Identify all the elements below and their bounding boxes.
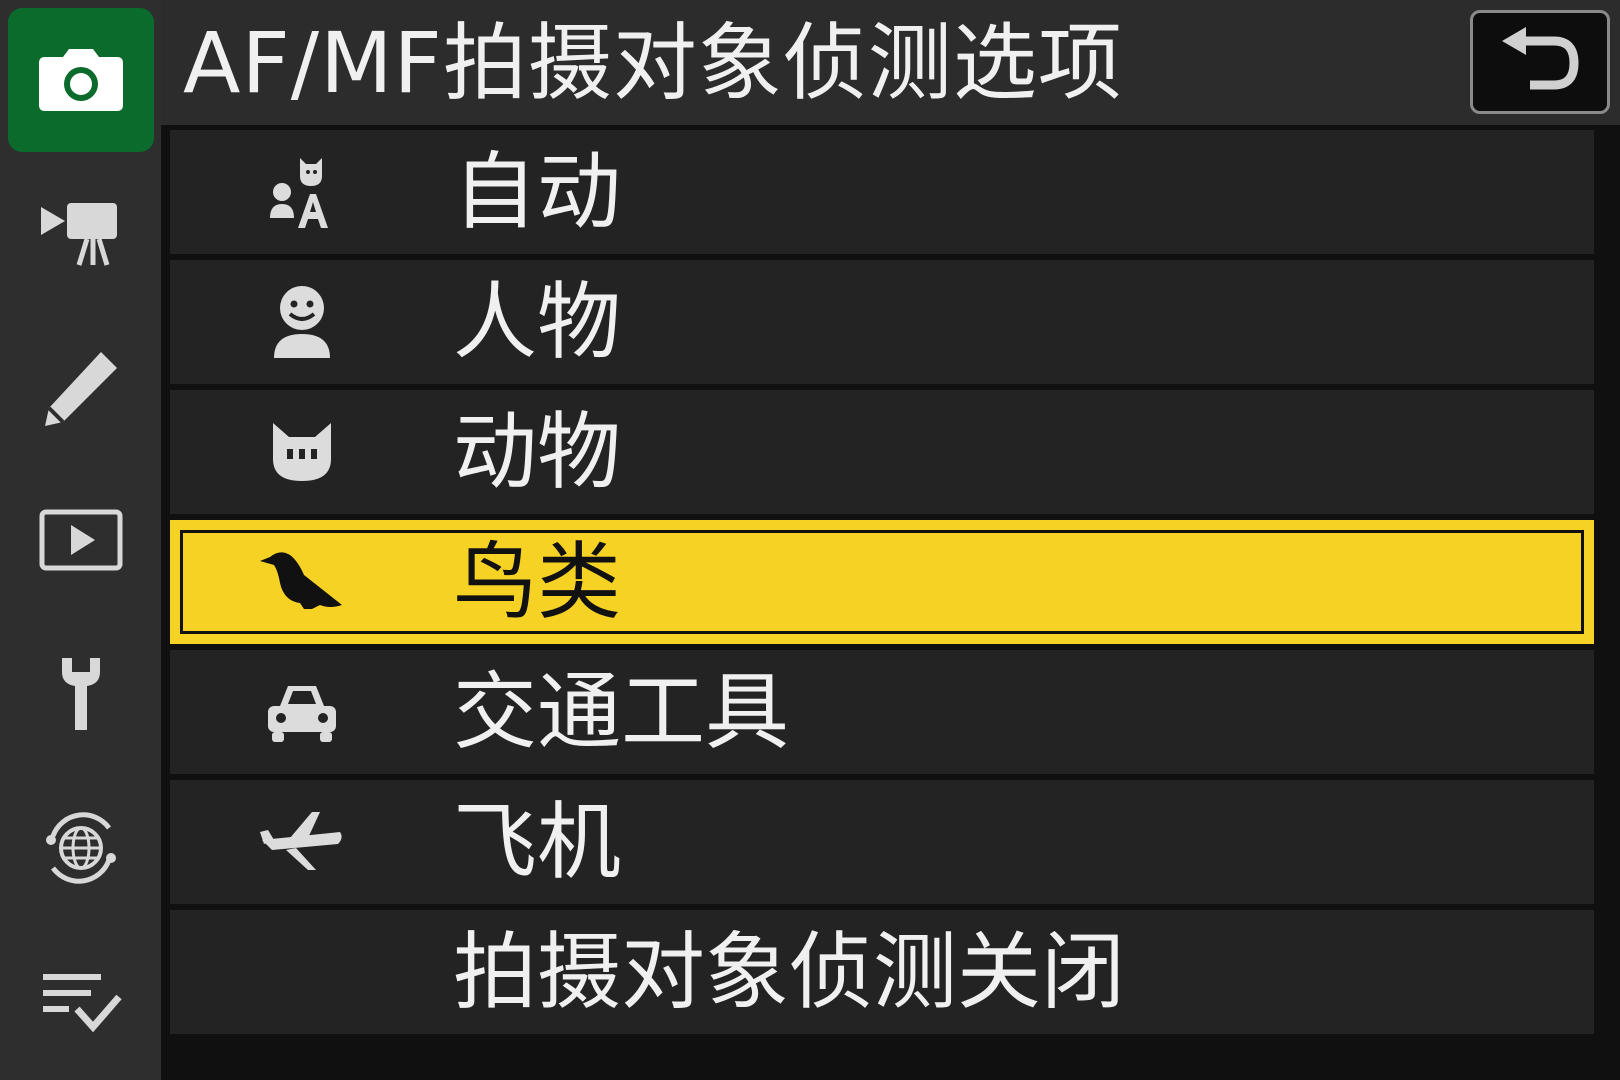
camera-icon bbox=[39, 49, 123, 111]
menu-item-auto[interactable]: 自动 bbox=[170, 130, 1594, 254]
page-title: AF/MF拍摄对象侦测选项 bbox=[183, 14, 1123, 112]
menu-item-bird[interactable]: 鸟类 bbox=[170, 520, 1594, 644]
menu-item-label: 自动 bbox=[453, 143, 622, 241]
camera-menu-screen: AF/MF拍摄对象侦测选项 自动 人物 动物 鸟类 交通工具 飞机 拍摄对象侦测… bbox=[0, 0, 1620, 1080]
animal-icon bbox=[258, 412, 346, 492]
vehicle-icon bbox=[258, 672, 346, 752]
menu-item-label: 交通工具 bbox=[453, 663, 790, 761]
back-button[interactable] bbox=[1470, 10, 1610, 114]
tab-movie-recording-menu[interactable] bbox=[8, 162, 154, 306]
tab-my-menu[interactable] bbox=[8, 930, 154, 1074]
checklist-icon bbox=[43, 974, 122, 1033]
play-icon bbox=[39, 509, 123, 571]
menu-item-label: 飞机 bbox=[453, 793, 622, 891]
tab-photo-shooting-menu[interactable] bbox=[8, 8, 154, 152]
menu-header: AF/MF拍摄对象侦测选项 bbox=[161, 0, 1620, 125]
tab-network-menu[interactable] bbox=[8, 776, 154, 920]
menu-item-label: 鸟类 bbox=[453, 533, 622, 631]
tab-setup-menu[interactable] bbox=[8, 622, 154, 766]
return-arrow-icon bbox=[1502, 27, 1579, 90]
network-globe-icon bbox=[46, 812, 116, 884]
tab-custom-settings-menu[interactable] bbox=[8, 316, 154, 460]
movie-camera-icon bbox=[41, 203, 117, 266]
airplane-icon bbox=[258, 802, 346, 882]
menu-item-vehicle[interactable]: 交通工具 bbox=[170, 650, 1594, 774]
menu-item-person[interactable]: 人物 bbox=[170, 260, 1594, 384]
menu-item-label: 人物 bbox=[453, 273, 622, 371]
menu-item-label: 动物 bbox=[453, 403, 622, 501]
person-icon bbox=[258, 282, 346, 362]
auto-subject-icon bbox=[258, 152, 346, 232]
menu-item-airplane[interactable]: 飞机 bbox=[170, 780, 1594, 904]
tab-playback-menu[interactable] bbox=[8, 468, 154, 612]
wrench-icon bbox=[62, 658, 100, 730]
menu-item-detection-off[interactable]: 拍摄对象侦测关闭 bbox=[170, 910, 1594, 1034]
pencil-icon bbox=[45, 352, 117, 426]
bird-icon bbox=[258, 542, 346, 622]
menu-item-label: 拍摄对象侦测关闭 bbox=[453, 923, 1126, 1021]
menu-sidebar bbox=[0, 0, 161, 1080]
menu-item-animal[interactable]: 动物 bbox=[170, 390, 1594, 514]
selection-frame bbox=[180, 530, 1584, 634]
